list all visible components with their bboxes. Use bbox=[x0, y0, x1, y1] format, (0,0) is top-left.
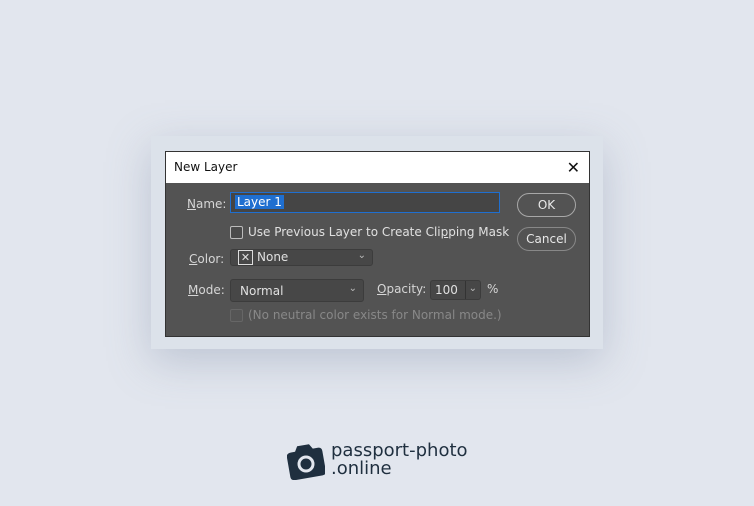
color-select[interactable]: ✕ None ⌄ bbox=[230, 249, 373, 266]
title-bar: New Layer ✕ bbox=[166, 152, 589, 183]
color-value: None bbox=[257, 250, 289, 264]
passport-photo-logo: passport-photo .online bbox=[287, 442, 477, 482]
opacity-value: 100 bbox=[435, 283, 458, 297]
mode-select[interactable]: Normal ⌄ bbox=[230, 279, 364, 302]
clipping-mask-checkbox[interactable] bbox=[230, 226, 243, 239]
neutral-color-checkbox[interactable] bbox=[230, 309, 243, 322]
clipping-mask-label: Use Previous Layer to Create Clipping Ma… bbox=[248, 225, 510, 239]
color-label: Color: bbox=[189, 252, 225, 266]
name-input[interactable]: Layer 1 bbox=[230, 192, 500, 213]
close-icon[interactable]: ✕ bbox=[567, 158, 580, 177]
dialog-title: New Layer bbox=[174, 160, 238, 174]
ok-button[interactable]: OK bbox=[517, 193, 576, 217]
mode-label: Mode: bbox=[188, 283, 225, 297]
mode-value: Normal bbox=[240, 284, 284, 298]
chevron-down-icon: ⌄ bbox=[348, 283, 357, 294]
opacity-dropdown-icon[interactable]: ⌄ bbox=[469, 283, 477, 294]
new-layer-dialog: New Layer ✕ Name: Layer 1 OK Cancel Use … bbox=[165, 151, 590, 337]
cancel-button[interactable]: Cancel bbox=[517, 227, 576, 251]
opacity-label: Opacity: bbox=[377, 282, 427, 296]
opacity-input[interactable]: 100 ⌄ bbox=[430, 280, 481, 300]
name-label: Name: bbox=[187, 197, 227, 211]
camera-icon bbox=[287, 444, 325, 480]
none-swatch-icon: ✕ bbox=[238, 250, 253, 265]
neutral-color-label: (No neutral color exists for Normal mode… bbox=[248, 308, 502, 322]
chevron-down-icon: ⌄ bbox=[357, 250, 366, 261]
name-value: Layer 1 bbox=[235, 195, 284, 209]
percent-label: % bbox=[487, 282, 499, 296]
logo-line2: .online bbox=[331, 458, 392, 479]
